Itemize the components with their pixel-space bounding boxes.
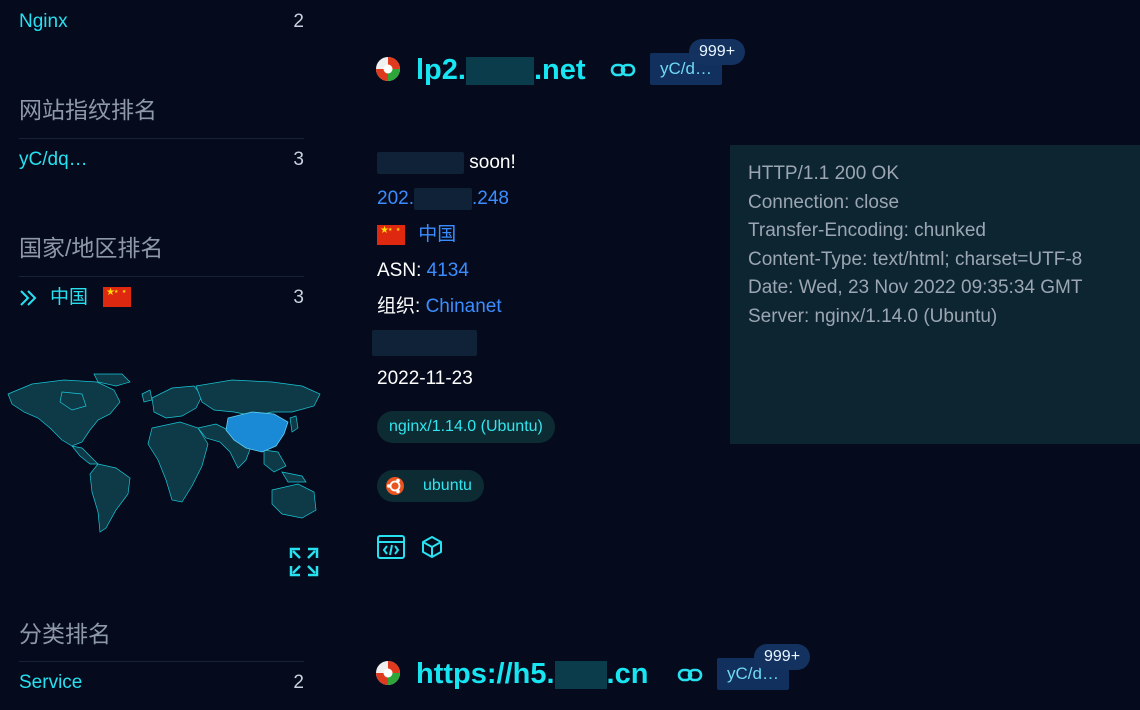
- sidebar-item-label: 中国: [50, 287, 89, 308]
- sidebar-item-label: Service: [19, 672, 83, 693]
- org-row: 组织: Chinanet: [377, 295, 502, 319]
- redacted-block: [372, 330, 477, 356]
- divider: [19, 661, 304, 662]
- sidebar-item-count: 3: [293, 287, 304, 308]
- result-card-1: [375, 56, 401, 87]
- sidebar-item-nginx[interactable]: Nginx 2: [19, 10, 304, 38]
- http-response-panel: HTTP/1.1 200 OK Connection: close Transf…: [730, 145, 1140, 444]
- result-card-2: [375, 660, 401, 691]
- org-link[interactable]: Chinanet: [426, 296, 502, 317]
- host-link[interactable]: lp2. .net: [416, 52, 586, 88]
- response-line: Transfer-Encoding: chunked: [748, 220, 986, 241]
- country-ranking-title: 国家/地区排名: [19, 235, 164, 261]
- asn-label: ASN:: [377, 260, 422, 281]
- response-line: Connection: close: [748, 192, 900, 213]
- host-prefix: lp2.: [416, 54, 466, 86]
- count-badge: 999+: [689, 39, 746, 65]
- sidebar-item-count: 2: [293, 11, 304, 32]
- response-line: Date: Wed, 23 Nov 2022 09:35:34 GMT: [748, 277, 1083, 298]
- link-icon[interactable]: [610, 62, 636, 78]
- host-suffix: .cn: [606, 658, 649, 690]
- sidebar-item-service[interactable]: Service 2: [19, 671, 304, 699]
- org-label: 组织:: [377, 296, 421, 317]
- response-line: HTTP/1.1 200 OK: [748, 163, 900, 184]
- page-title-text: soon!: [469, 152, 516, 173]
- host-link[interactable]: https://h5. .cn: [416, 656, 648, 692]
- category-ranking-title: 分类排名: [19, 621, 111, 647]
- asn-link[interactable]: 4134: [427, 260, 469, 281]
- tag-label: ubuntu: [423, 477, 472, 494]
- response-line: Content-Type: text/html; charset=UTF-8: [748, 249, 1083, 270]
- response-line: Server: nginx/1.14.0 (Ubuntu): [748, 306, 998, 327]
- world-map[interactable]: [2, 372, 322, 540]
- page-title-row: soon!: [377, 151, 516, 175]
- sidebar-item-label: Nginx: [19, 11, 68, 32]
- ip-prefix: 202.: [377, 188, 414, 209]
- count-badge: 999+: [754, 644, 811, 670]
- date-text: 2022-11-23: [377, 368, 473, 389]
- link-icon[interactable]: [677, 667, 703, 683]
- fullscreen-icon[interactable]: [289, 547, 319, 577]
- ip-address-link[interactable]: 202. .248: [377, 187, 509, 211]
- sidebar-item-label: yC/dq…: [19, 149, 88, 170]
- asn-row: ASN: 4134: [377, 259, 469, 283]
- sidebar-item-count: 3: [293, 149, 304, 170]
- ip-suffix: .248: [471, 188, 509, 209]
- site-favicon-icon: [376, 57, 400, 81]
- site-favicon-icon: [376, 661, 400, 685]
- cube-icon[interactable]: [420, 535, 444, 559]
- tag-nginx[interactable]: nginx/1.14.0 (Ubuntu): [377, 411, 555, 443]
- ubuntu-icon: [386, 477, 404, 495]
- code-view-icon[interactable]: [377, 535, 405, 559]
- redacted-block: [377, 151, 464, 174]
- sidebar-item-country-china[interactable]: 中国 3: [19, 286, 304, 314]
- tag-ubuntu[interactable]: ubuntu: [377, 470, 484, 502]
- redacted-block: [554, 661, 607, 690]
- redacted-block: [413, 187, 472, 210]
- fingerprint-ranking-title: 网站指纹排名: [19, 97, 157, 123]
- china-flag-icon: [103, 287, 131, 307]
- sidebar-item-fingerprint[interactable]: yC/dq… 3: [19, 148, 304, 176]
- double-chevron-right-icon: [20, 290, 37, 306]
- host-prefix: https://h5.: [416, 658, 555, 690]
- host-suffix: .net: [533, 54, 586, 86]
- country-row[interactable]: 中国: [377, 223, 456, 247]
- divider: [19, 138, 304, 139]
- redacted-block: [465, 57, 534, 86]
- china-flag-icon: [377, 224, 405, 245]
- sidebar-item-count: 2: [293, 672, 304, 693]
- divider: [19, 276, 304, 277]
- country-link[interactable]: 中国: [418, 224, 456, 245]
